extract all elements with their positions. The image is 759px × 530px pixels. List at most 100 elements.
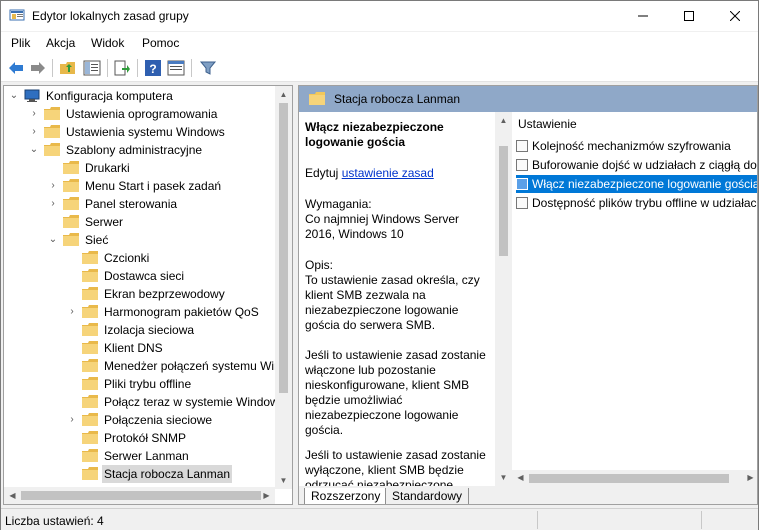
collapse-icon[interactable]: ⌄ (28, 141, 40, 159)
folder-icon (63, 179, 79, 192)
tree-item-label: Sieć (85, 233, 109, 247)
description-scrollbar[interactable]: ▲ ▼ (495, 112, 512, 486)
scroll-up-icon[interactable]: ▲ (275, 86, 292, 103)
maximize-button[interactable] (666, 1, 712, 31)
tree-item-label: Izolacja sieciowa (104, 323, 195, 337)
edit-policy-link[interactable]: ustawienie zasad (342, 166, 434, 180)
scroll-up-icon[interactable]: ▲ (495, 112, 512, 129)
tree-hscroll-thumb[interactable] (21, 491, 261, 500)
list-horizontal-scrollbar[interactable]: ◀ ▶ (512, 470, 757, 486)
minimize-icon (638, 15, 648, 17)
tree-item-label: Połącz teraz w systemie Window (104, 395, 279, 409)
policy-setting-icon (516, 197, 528, 209)
title-bar: Edytor lokalnych zasad grupy (1, 1, 758, 31)
tree-item-label: Menedżer połączeń systemu Win (104, 359, 281, 373)
tree-item-label: Stacja robocza Lanman (102, 465, 233, 483)
collapse-icon[interactable]: ⌄ (8, 87, 20, 105)
expand-icon[interactable]: › (66, 411, 78, 429)
expand-icon[interactable]: › (66, 303, 78, 321)
tree-item-label: Połączenia sieciowe (104, 413, 213, 427)
setting-row[interactable]: Buforowanie dojść w udziałach z ciągłą d… (516, 156, 757, 174)
menu-action[interactable]: Akcja (46, 36, 75, 50)
folder-icon (82, 323, 98, 336)
scroll-left-icon[interactable]: ◀ (4, 487, 21, 504)
filter-icon[interactable] (199, 59, 217, 77)
tree-vertical-scrollbar[interactable]: ▲ ▼ (275, 86, 292, 489)
forward-icon[interactable] (29, 59, 47, 77)
tree-horizontal-scrollbar[interactable]: ◀ ▶ (4, 487, 275, 504)
policy-setting-icon (516, 159, 528, 171)
setting-row[interactable]: Włącz niezabezpieczone logowanie gościa (516, 175, 758, 193)
status-divider (701, 511, 702, 529)
policy-title: Włącz niezabezpieczone logowanie gościa (305, 120, 444, 149)
setting-name: Dostępność plików trybu offline w udział… (532, 196, 757, 210)
folder-icon (82, 449, 98, 462)
column-header-setting[interactable]: Ustawienie (518, 117, 577, 131)
export-list-icon[interactable] (113, 59, 131, 77)
svg-text:?: ? (149, 62, 156, 76)
tab-extended[interactable]: Rozszerzony (304, 488, 388, 504)
tree-item-label: Harmonogram pakietów QoS (104, 305, 259, 319)
scroll-right-icon[interactable]: ▶ (258, 487, 275, 504)
no-expander (66, 249, 78, 267)
expand-icon[interactable]: › (47, 177, 59, 195)
no-expander (47, 213, 59, 231)
description-scroll-thumb[interactable] (499, 146, 508, 256)
folder-icon (82, 431, 98, 444)
close-button[interactable] (712, 1, 758, 31)
setting-row[interactable]: Dostępność plików trybu offline w udział… (516, 194, 757, 212)
help-icon[interactable]: ? (144, 59, 162, 77)
show-hide-tree-icon[interactable] (83, 59, 101, 77)
collapse-icon[interactable]: ⌄ (47, 231, 59, 249)
edit-policy-line: Edytuj ustawienie zasad (305, 166, 490, 181)
status-setting-count: Liczba ustawień: 4 (5, 514, 104, 528)
requirements-label: Wymagania: (305, 197, 372, 211)
no-expander (66, 447, 78, 465)
minimize-button[interactable] (620, 1, 666, 31)
folder-icon (82, 467, 98, 480)
tree-item-label: Menu Start i pasek zadań (85, 179, 222, 193)
tree-item-label: Dostawca sieci (104, 269, 185, 283)
maximize-icon (684, 11, 694, 21)
menu-view[interactable]: Widok (91, 36, 124, 50)
view-tabs: Rozszerzony Standardowy (299, 486, 757, 504)
scroll-right-icon[interactable]: ▶ (742, 470, 757, 486)
folder-icon (44, 107, 60, 120)
menu-bar: Plik Akcja Widok Pomoc (1, 32, 758, 54)
properties-icon[interactable] (167, 59, 185, 77)
tree-item-label: Konfiguracja komputera (46, 89, 173, 103)
folder-icon (82, 413, 98, 426)
tree-item-label: Panel sterowania (85, 197, 178, 211)
tree-item-label: Czcionki (104, 251, 150, 265)
tree-vscroll-thumb[interactable] (279, 103, 288, 393)
description-para-3: Jeśli to ustawienie zasad zostanie wyłąc… (305, 448, 486, 486)
setting-name: Kolejność mechanizmów szyfrowania (532, 139, 731, 153)
tab-standard[interactable]: Standardowy (385, 488, 470, 504)
folder-icon (82, 251, 98, 264)
scroll-down-icon[interactable]: ▼ (495, 469, 512, 486)
no-expander (66, 429, 78, 447)
up-folder-icon[interactable] (59, 59, 77, 77)
expand-icon[interactable]: › (28, 123, 40, 141)
setting-row[interactable]: Kolejność mechanizmów szyfrowania (516, 137, 757, 155)
menu-file[interactable]: Plik (11, 36, 30, 50)
toolbar: ? (1, 54, 758, 82)
scroll-down-icon[interactable]: ▼ (275, 472, 292, 489)
tree-item-label: Drukarki (85, 161, 130, 175)
edit-prefix: Edytuj (305, 166, 342, 180)
requirements-text: Co najmniej Windows Server 2016, Windows… (305, 212, 460, 241)
tree-item-label: Ustawienia oprogramowania (66, 107, 218, 121)
expand-icon[interactable]: › (28, 105, 40, 123)
folder-icon (63, 215, 79, 228)
policy-setting-icon (516, 140, 528, 152)
setting-name: Włącz niezabezpieczone logowanie gościa (532, 177, 758, 191)
scroll-left-icon[interactable]: ◀ (512, 470, 529, 486)
expand-icon[interactable]: › (47, 195, 59, 213)
status-bar: Liczba ustawień: 4 (1, 508, 758, 530)
list-hscroll-thumb[interactable] (529, 474, 729, 483)
toolbar-separator (137, 59, 138, 77)
menu-help[interactable]: Pomoc (142, 36, 179, 50)
back-icon[interactable] (7, 59, 25, 77)
folder-icon (82, 341, 98, 354)
details-header-title: Stacja robocza Lanman (334, 92, 461, 106)
